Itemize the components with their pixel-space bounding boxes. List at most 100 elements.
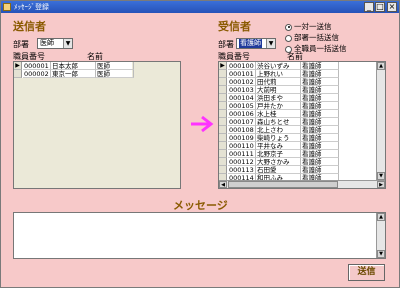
cell-id: 000105: [228, 102, 256, 110]
cell-name: 田代莉: [256, 78, 301, 86]
row-selector[interactable]: [219, 166, 227, 174]
cell-id: 000110: [228, 142, 256, 150]
cell-name: 東京一郎: [51, 70, 96, 78]
table-row[interactable]: 000103 大前明 看護師: [219, 86, 377, 94]
cell-role: 看護師: [301, 62, 339, 70]
cell-role: 看護師: [301, 134, 339, 142]
chevron-down-icon[interactable]: ▼: [266, 39, 275, 48]
chevron-down-icon[interactable]: ▼: [63, 39, 72, 48]
send-button[interactable]: 送信: [348, 264, 385, 281]
row-selector[interactable]: ▶: [219, 62, 227, 70]
cell-role: 看護師: [301, 70, 339, 78]
radio-icon[interactable]: [285, 23, 292, 31]
table-row[interactable]: 000111 北野京子 看護師: [219, 150, 377, 158]
sender-grid[interactable]: ▶ 000001 日本太郎 医師 000002 東京一郎 医師: [13, 61, 181, 189]
cell-role: 看護師: [301, 94, 339, 102]
close-button[interactable]: ×: [387, 2, 397, 12]
receiver-dept-select[interactable]: 看護師 ▼: [236, 38, 276, 49]
row-selector[interactable]: [219, 86, 227, 94]
table-row[interactable]: 000112 大野さかみ 看護師: [219, 158, 377, 166]
cell-name: 渋谷いずみ: [256, 62, 301, 70]
send-mode-option[interactable]: 一対一送信: [285, 21, 332, 31]
table-row[interactable]: ▶ 000001 日本太郎 医師: [14, 62, 134, 70]
cell-id: 000109: [228, 134, 256, 142]
cell-role: 看護師: [301, 126, 339, 134]
row-selector[interactable]: [219, 134, 227, 142]
scroll-right-icon[interactable]: ▶: [377, 181, 385, 188]
horizontal-scrollbar[interactable]: ◀ ▶: [219, 180, 385, 188]
send-mode-label: 一対一送信: [294, 22, 332, 31]
scroll-left-icon[interactable]: ◀: [219, 181, 227, 188]
vertical-scrollbar[interactable]: ▲ ▼: [376, 62, 385, 180]
row-selector[interactable]: [219, 118, 227, 126]
table-row[interactable]: 000102 田代莉 看護師: [219, 78, 377, 86]
message-scrollbar[interactable]: ▲ ▼: [376, 213, 385, 258]
cell-role: 医師: [96, 70, 134, 78]
scroll-down-icon[interactable]: ▼: [377, 250, 385, 258]
cell-id: 000106: [228, 110, 256, 118]
radio-icon[interactable]: [285, 34, 292, 42]
row-selector[interactable]: [219, 70, 227, 78]
row-selector[interactable]: [219, 78, 227, 86]
app-icon: [3, 3, 11, 11]
row-selector[interactable]: [219, 94, 227, 102]
cell-name: 大前明: [256, 86, 301, 94]
cell-id: 000108: [228, 126, 256, 134]
table-row[interactable]: 000110 平井なみ 看護師: [219, 142, 377, 150]
cell-name: 浜田まや: [256, 94, 301, 102]
table-row[interactable]: 000104 浜田まや 看護師: [219, 94, 377, 102]
cell-id: 000101: [228, 70, 256, 78]
row-selector[interactable]: [219, 142, 227, 150]
cell-role: 看護師: [301, 150, 339, 158]
message-input[interactable]: ▲ ▼: [13, 212, 386, 259]
scroll-thumb[interactable]: [228, 181, 338, 188]
window-title: ﾒｯｾｰｼﾞ登録: [14, 3, 49, 11]
row-selector[interactable]: [219, 110, 227, 118]
maximize-button[interactable]: □: [375, 2, 385, 12]
receiver-title: 受信者: [218, 20, 251, 33]
cell-id: 000002: [23, 70, 51, 78]
row-selector[interactable]: [219, 102, 227, 110]
cell-id: 000112: [228, 158, 256, 166]
table-row[interactable]: 000108 北上さわ 看護師: [219, 126, 377, 134]
send-mode-option[interactable]: 部署一括送信: [285, 32, 339, 42]
app-window: ﾒｯｾｰｼﾞ登録 _ □ × 送信者 部署 医師 ▼ 職員番号 名前 ▶ 0000…: [0, 0, 400, 288]
cell-id: 000103: [228, 86, 256, 94]
cell-id: 000100: [228, 62, 256, 70]
row-selector[interactable]: [14, 70, 22, 78]
cell-role: 看護師: [301, 86, 339, 94]
table-row[interactable]: 000101 上野れい 看護師: [219, 70, 377, 78]
cell-name: 水上桂: [256, 110, 301, 118]
table-row[interactable]: 000113 石田愛 看護師: [219, 166, 377, 174]
cell-id: 000102: [228, 78, 256, 86]
cell-name: 上野れい: [256, 70, 301, 78]
scroll-down-icon[interactable]: ▼: [377, 172, 385, 180]
sender-dept-value: 医師: [40, 39, 54, 47]
receiver-grid[interactable]: ▶ 000100 渋谷いずみ 看護師 000101 上野れい 看護師 000102 田代莉 看護師…: [218, 61, 386, 189]
receiver-dept-label: 部署: [218, 40, 234, 49]
table-row[interactable]: ▶ 000100 渋谷いずみ 看護師: [219, 62, 377, 70]
cell-role: 看護師: [301, 102, 339, 110]
send-mode-label: 部署一括送信: [294, 33, 339, 42]
table-row[interactable]: 000106 水上桂 看護師: [219, 110, 377, 118]
table-row[interactable]: 000107 森山ちとせ 看護師: [219, 118, 377, 126]
row-selector[interactable]: [219, 158, 227, 166]
cell-id: 000113: [228, 166, 256, 174]
row-selector[interactable]: [219, 126, 227, 134]
scroll-up-icon[interactable]: ▲: [377, 62, 385, 70]
receiver-dept-value: 看護師: [239, 39, 262, 48]
table-row[interactable]: 000002 東京一郎 医師: [14, 70, 134, 78]
minimize-button[interactable]: _: [364, 2, 374, 12]
scroll-up-icon[interactable]: ▲: [377, 213, 385, 221]
cell-name: 大野さかみ: [256, 158, 301, 166]
cell-role: 看護師: [301, 166, 339, 174]
row-selector[interactable]: ▶: [14, 62, 22, 70]
cell-name: 柴崎りょう: [256, 134, 301, 142]
table-row[interactable]: 000105 戸井たか 看護師: [219, 102, 377, 110]
cell-id: 000104: [228, 94, 256, 102]
cell-name: 日本太郎: [51, 62, 96, 70]
cell-name: 平井なみ: [256, 142, 301, 150]
row-selector[interactable]: [219, 150, 227, 158]
sender-dept-select[interactable]: 医師 ▼: [37, 38, 73, 49]
table-row[interactable]: 000109 柴崎りょう 看護師: [219, 134, 377, 142]
